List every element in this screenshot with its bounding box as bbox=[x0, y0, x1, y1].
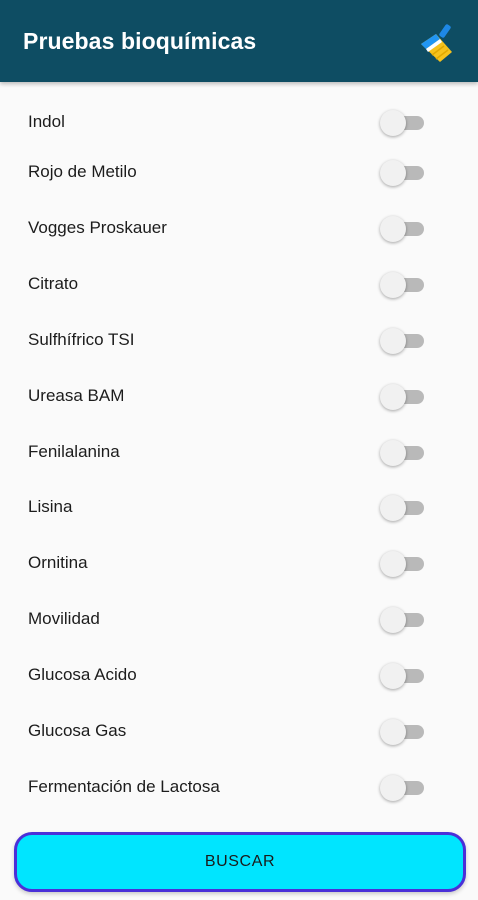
test-label: Glucosa Acido bbox=[28, 665, 137, 684]
test-label: Fermentación de Lactosa bbox=[28, 777, 220, 796]
toggle-switch[interactable] bbox=[380, 716, 426, 746]
toggle-switch[interactable] bbox=[380, 660, 426, 690]
toggle-switch[interactable] bbox=[380, 604, 426, 634]
list-item[interactable]: Glucosa Acido bbox=[0, 655, 478, 695]
test-label: Fenilalanina bbox=[28, 442, 120, 461]
list-item[interactable]: Sulfhífrico TSI bbox=[0, 320, 478, 360]
list-item[interactable]: Lisina bbox=[0, 487, 478, 527]
toggle-switch[interactable] bbox=[380, 492, 426, 522]
search-button-label: BUSCAR bbox=[204, 853, 276, 870]
toggle-switch[interactable] bbox=[380, 157, 426, 187]
test-label: Rojo de Metilo bbox=[28, 162, 137, 181]
app-bar: Pruebas bioquímicas bbox=[0, 0, 478, 82]
list-item[interactable]: Fermentación de Lactosa bbox=[0, 767, 478, 807]
test-label: Lisina bbox=[28, 497, 73, 516]
toggle-switch[interactable] bbox=[380, 772, 426, 802]
test-label: Citrato bbox=[28, 274, 79, 293]
list-item[interactable]: Vogges Proskauer bbox=[0, 208, 478, 248]
list-item[interactable]: Rojo de Metilo bbox=[0, 152, 478, 192]
test-label: Sulfhífrico TSI bbox=[28, 330, 135, 349]
list-item[interactable]: Fenilalanina bbox=[0, 432, 478, 472]
list-item[interactable]: Movilidad bbox=[0, 599, 478, 639]
toggle-switch[interactable] bbox=[380, 107, 426, 137]
toggle-switch[interactable] bbox=[380, 381, 426, 411]
toggle-switch[interactable] bbox=[380, 548, 426, 578]
test-label: Vogges Proskauer bbox=[28, 218, 167, 237]
page-title: Pruebas bioquímicas bbox=[23, 27, 257, 54]
toggle-switch[interactable] bbox=[380, 437, 426, 467]
list-item[interactable]: Ureasa BAM bbox=[0, 376, 478, 416]
toggle-switch[interactable] bbox=[380, 269, 426, 299]
test-label: Ureasa BAM bbox=[28, 386, 125, 405]
list-item[interactable]: Ornitina bbox=[0, 543, 478, 583]
test-label: Movilidad bbox=[28, 609, 100, 628]
toggle-switch[interactable] bbox=[380, 325, 426, 355]
list-item[interactable]: Citrato bbox=[0, 264, 478, 304]
list-item[interactable]: Glucosa Gas bbox=[0, 711, 478, 751]
test-label: Ornitina bbox=[28, 553, 88, 572]
broom-icon[interactable] bbox=[418, 22, 458, 64]
test-label: Indol bbox=[28, 112, 65, 131]
toggle-switch[interactable] bbox=[380, 213, 426, 243]
test-label: Glucosa Gas bbox=[28, 721, 127, 740]
list-item[interactable]: Indol bbox=[0, 102, 478, 142]
search-button[interactable]: BUSCAR bbox=[14, 832, 466, 892]
